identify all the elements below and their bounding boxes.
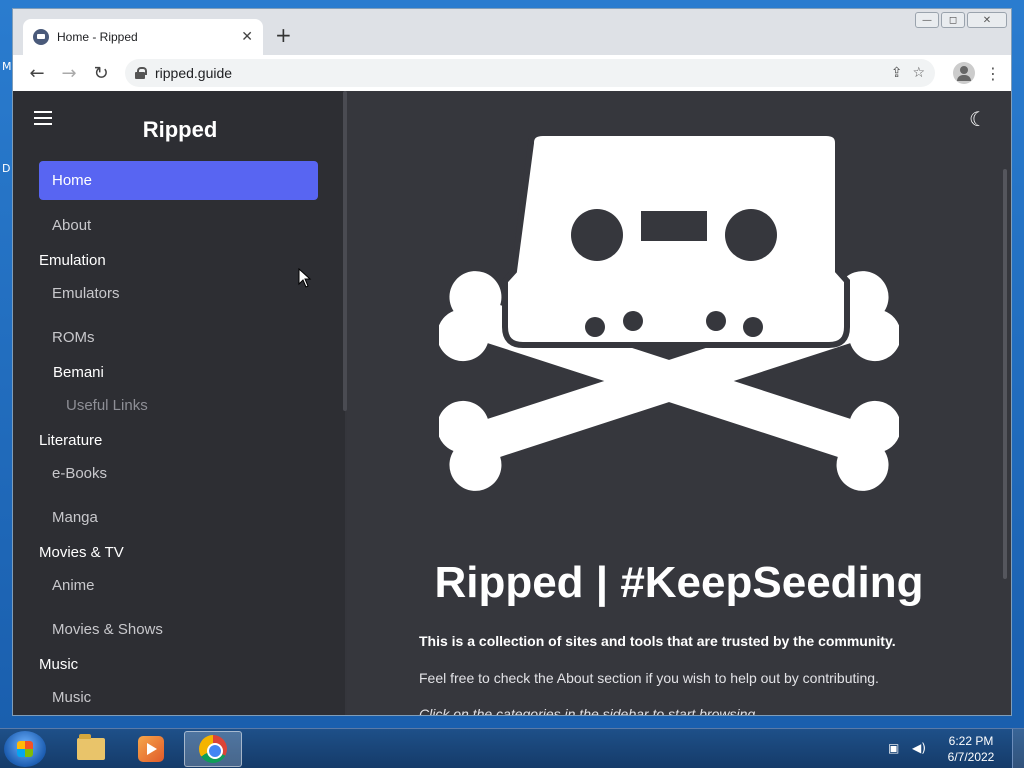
browser-toolbar: ← → ↻ ripped.guide ⇪ ☆ ⋮	[13, 55, 1011, 91]
page-viewport: Ripped Home About Emulation Emulators RO…	[13, 91, 1011, 715]
maximize-button[interactable]: ◻	[941, 12, 965, 28]
lock-icon	[135, 67, 147, 79]
favicon-icon	[33, 29, 49, 45]
window-controls: — ◻ ✕	[915, 12, 1007, 28]
close-window-button[interactable]: ✕	[967, 12, 1007, 28]
url-text[interactable]: ripped.guide	[155, 65, 881, 81]
clock[interactable]: 6:22 PM 6/7/2022	[936, 733, 1006, 765]
main-content: ☾ Ripped | #KeepSeeding This is a collec…	[347, 91, 1011, 715]
clock-date: 6/7/2022	[947, 750, 995, 764]
taskbar-media-player[interactable]	[122, 731, 180, 767]
tab-close-icon[interactable]: ✕	[241, 29, 253, 45]
new-tab-button[interactable]: +	[275, 25, 292, 45]
clock-time: 6:22 PM	[948, 734, 994, 748]
sidebar-item-manga[interactable]: Manga	[52, 509, 98, 526]
tab-strip: Home - Ripped ✕ + — ◻ ✕	[13, 9, 1011, 55]
sidebar-item-music-category[interactable]: Music	[39, 656, 78, 673]
back-button[interactable]: ←	[23, 59, 51, 87]
sidebar-item-literature[interactable]: Literature	[39, 432, 102, 449]
sidebar-item-ebooks[interactable]: e-Books	[52, 465, 107, 482]
taskbar: ▣ ◀) 6:22 PM 6/7/2022	[0, 728, 1024, 768]
browser-menu-icon[interactable]: ⋮	[985, 64, 1001, 83]
browser-window: Home - Ripped ✕ + — ◻ ✕ ← → ↻ ripped.gui…	[12, 8, 1012, 716]
desktop-icon-label: M	[2, 60, 12, 73]
sidebar-item-bemani[interactable]: Bemani	[53, 364, 104, 381]
sidebar: Ripped Home About Emulation Emulators RO…	[13, 91, 347, 715]
reload-button[interactable]: ↻	[87, 59, 115, 87]
taskbar-chrome[interactable]	[184, 731, 242, 767]
sidebar-item-movies-tv[interactable]: Movies & TV	[39, 544, 124, 561]
address-bar[interactable]: ripped.guide ⇪ ☆	[125, 59, 935, 87]
forward-button[interactable]: →	[55, 59, 83, 87]
sidebar-item-emulation[interactable]: Emulation	[39, 252, 106, 269]
system-tray: ▣ ◀) 6:22 PM 6/7/2022	[888, 729, 1024, 768]
main-scrollbar[interactable]	[1003, 169, 1007, 579]
start-button[interactable]	[4, 731, 46, 767]
intro-lead: This is a collection of sites and tools …	[419, 633, 896, 649]
sidebar-item-useful-links[interactable]: Useful Links	[66, 397, 148, 414]
tab-title: Home - Ripped	[57, 30, 138, 44]
show-desktop-button[interactable]	[1012, 729, 1024, 768]
sidebar-brand[interactable]: Ripped	[13, 117, 347, 143]
skull-cassette-logo-icon	[439, 131, 899, 491]
tab-home[interactable]: Home - Ripped ✕	[23, 19, 263, 55]
folder-icon	[77, 734, 105, 760]
intro-body: Feel free to check the About section if …	[419, 670, 879, 686]
sidebar-item-roms[interactable]: ROMs	[52, 329, 95, 346]
sidebar-item-anime[interactable]: Anime	[52, 577, 95, 594]
volume-icon[interactable]: ◀)	[912, 741, 928, 757]
media-player-icon	[138, 736, 164, 762]
sidebar-item-music[interactable]: Music	[52, 689, 91, 706]
desktop-icon-label: D	[2, 162, 11, 175]
mouse-cursor-icon	[298, 268, 312, 288]
chrome-icon	[199, 735, 227, 763]
minimize-button[interactable]: —	[915, 12, 939, 28]
sidebar-item-home[interactable]: Home	[39, 161, 318, 200]
taskbar-explorer[interactable]	[62, 731, 120, 767]
sidebar-item-about[interactable]: About	[52, 217, 91, 234]
intro-hint: Click on the categories in the sidebar t…	[419, 706, 760, 715]
sidebar-item-emulators[interactable]: Emulators	[52, 285, 120, 302]
network-icon[interactable]: ▣	[888, 741, 904, 757]
sidebar-item-movies-shows[interactable]: Movies & Shows	[52, 621, 163, 638]
page-title: Ripped | #KeepSeeding	[434, 558, 924, 607]
theme-toggle-moon-icon[interactable]: ☾	[969, 107, 993, 131]
share-icon[interactable]: ⇪	[891, 65, 903, 81]
profile-avatar[interactable]	[953, 62, 975, 84]
bookmark-star-icon[interactable]: ☆	[912, 65, 925, 81]
